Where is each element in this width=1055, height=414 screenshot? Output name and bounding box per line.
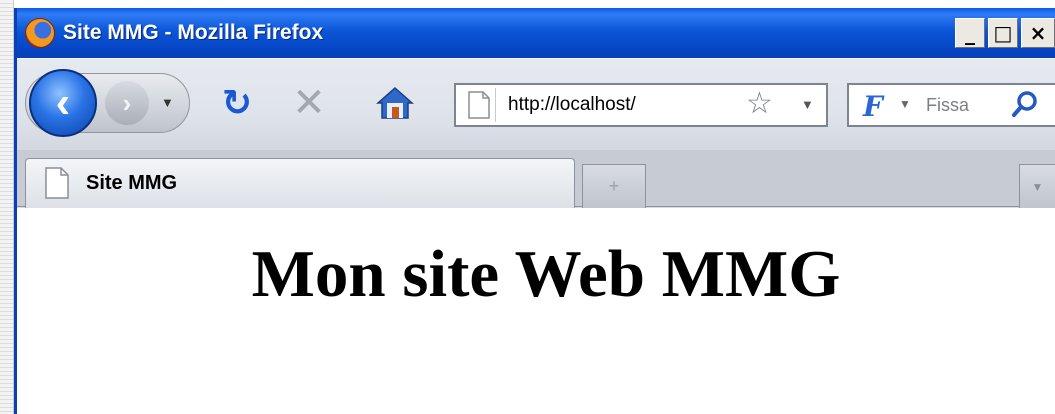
plus-icon: + xyxy=(608,176,620,196)
slide-left-edge xyxy=(0,0,14,414)
back-button[interactable]: ‹ xyxy=(29,69,97,137)
search-input[interactable]: Fissa xyxy=(926,95,969,116)
reload-button[interactable]: ↻ xyxy=(217,82,257,123)
page-content: Mon site Web MMG xyxy=(17,208,1055,414)
tab-label: Site MMG xyxy=(86,172,178,194)
page-icon xyxy=(45,167,69,199)
title-bar: Site MMG - Mozilla Firefox _ □ × xyxy=(17,8,1055,58)
page-heading: Mon site Web MMG xyxy=(251,237,841,311)
list-all-tabs-button[interactable]: ▼ xyxy=(1019,164,1055,208)
tab-site-mmg[interactable]: Site MMG xyxy=(25,158,575,208)
url-dropdown-icon[interactable]: ▼ xyxy=(801,97,814,112)
search-engine-icon[interactable]: F xyxy=(855,89,891,123)
firefox-logo-icon xyxy=(25,18,55,48)
url-input[interactable]: http://localhost/ xyxy=(508,94,636,116)
minimize-button[interactable]: _ xyxy=(955,18,985,48)
search-bar[interactable]: F ▼ Fissa xyxy=(847,83,1055,127)
back-arrow-icon: ‹ xyxy=(55,78,71,127)
window-controls: _ □ × xyxy=(955,18,1055,48)
page-icon xyxy=(467,91,490,119)
stop-button[interactable]: ✕ xyxy=(289,81,329,125)
forward-button[interactable]: › xyxy=(105,81,149,125)
browser-window: Site MMG - Mozilla Firefox _ □ × ‹ › ▼ ↻… xyxy=(14,8,1055,414)
url-bar[interactable]: http://localhost/ ☆ ▼ xyxy=(454,83,828,127)
reload-icon: ↻ xyxy=(221,82,253,123)
window-title: Site MMG - Mozilla Firefox xyxy=(63,21,324,44)
home-button[interactable] xyxy=(375,83,415,123)
engine-dropdown-icon[interactable]: ▼ xyxy=(899,97,911,111)
site-identity-button[interactable] xyxy=(462,88,496,122)
home-icon xyxy=(376,86,414,119)
stop-icon: ✕ xyxy=(292,81,326,125)
close-button[interactable]: × xyxy=(1021,18,1055,48)
bookmark-star-icon[interactable]: ☆ xyxy=(746,89,773,119)
forward-arrow-icon: › xyxy=(122,87,132,118)
new-tab-button[interactable]: + xyxy=(582,164,646,208)
tab-bar: Site MMG + ▼ xyxy=(17,150,1055,208)
chevron-down-icon: ▼ xyxy=(1031,179,1044,194)
navigation-toolbar: ‹ › ▼ ↻ ✕ http://localhost/ ☆ ▼ F ▼ Fiss… xyxy=(17,58,1055,150)
history-dropdown-icon[interactable]: ▼ xyxy=(161,95,174,110)
search-icon[interactable] xyxy=(1009,89,1041,121)
maximize-button[interactable]: □ xyxy=(988,18,1018,48)
